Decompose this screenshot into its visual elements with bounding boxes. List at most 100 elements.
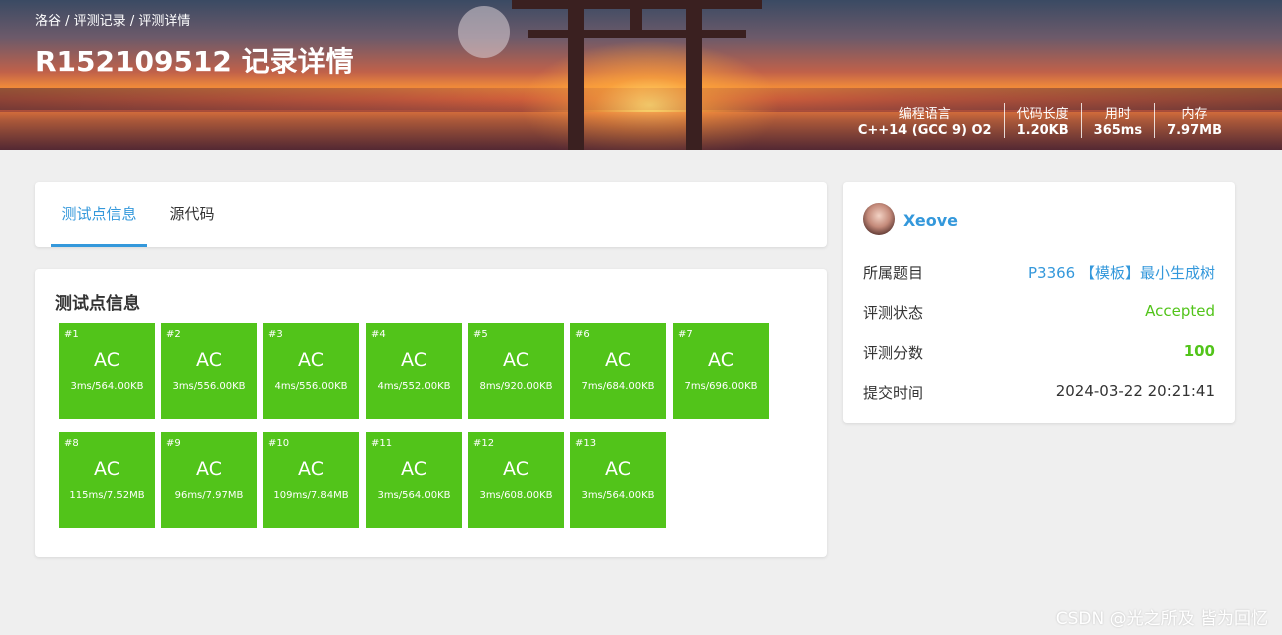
case-number: #4 — [371, 329, 386, 340]
case-number: #9 — [166, 438, 181, 449]
case-resource: 4ms/552.00KB — [377, 381, 451, 392]
stat-label: 代码长度 — [1016, 107, 1069, 122]
test-case-tile[interactable]: #6 AC 7ms/684.00KB — [570, 323, 666, 419]
test-case-tile[interactable]: #8 AC 115ms/7.52MB — [59, 432, 155, 528]
info-label: 所属题目 — [863, 264, 924, 282]
stat-time: 用时 365ms — [1080, 103, 1154, 138]
case-resource: 3ms/564.00KB — [581, 490, 655, 501]
test-case-tile[interactable]: #11 AC 3ms/564.00KB — [366, 432, 462, 528]
case-status: AC — [94, 458, 120, 480]
test-case-tile[interactable]: #5 AC 8ms/920.00KB — [468, 323, 564, 419]
case-resource: 3ms/564.00KB — [70, 381, 144, 392]
info-label: 评测分数 — [863, 344, 924, 362]
tabs-card: 测试点信息 源代码 — [35, 182, 827, 247]
banner-moon — [458, 6, 510, 58]
watermark: CSDN @光之所及 皆为回忆 — [1055, 609, 1268, 629]
torii-pillar-right — [686, 0, 702, 150]
test-cases-title: 测试点信息 — [55, 294, 140, 314]
case-number: #1 — [64, 329, 79, 340]
case-status: AC — [298, 349, 324, 371]
test-case-tile[interactable]: #12 AC 3ms/608.00KB — [468, 432, 564, 528]
case-status: AC — [298, 458, 324, 480]
tab-source-code[interactable]: 源代码 — [157, 182, 227, 247]
torii-center-post — [630, 9, 642, 30]
case-resource: 96ms/7.97MB — [174, 490, 244, 501]
test-case-tile[interactable]: #3 AC 4ms/556.00KB — [263, 323, 359, 419]
header-banner: 洛谷 / 评测记录 / 评测详情 R152109512 记录详情 编程语言 C+… — [0, 0, 1282, 150]
case-resource: 115ms/7.52MB — [69, 490, 145, 501]
case-number: #13 — [575, 438, 597, 449]
info-row-status: 评测状态 Accepted — [863, 302, 1215, 322]
tab-test-cases[interactable]: 测试点信息 — [51, 182, 147, 247]
stat-language: 编程语言 C++14 (GCC 9) O2 — [846, 103, 1004, 138]
info-row-problem: 所属题目 P3366 【模板】最小生成树 — [863, 262, 1215, 282]
test-case-tile[interactable]: #9 AC 96ms/7.97MB — [161, 432, 257, 528]
case-resource: 8ms/920.00KB — [479, 381, 553, 392]
stat-value: C++14 (GCC 9) O2 — [857, 123, 992, 138]
case-status: AC — [605, 458, 631, 480]
info-row-submit-time: 提交时间 2024-03-22 20:21:41 — [863, 382, 1215, 402]
submit-time-value: 2024-03-22 20:21:41 — [1055, 382, 1215, 400]
case-status: AC — [401, 349, 427, 371]
case-status: AC — [503, 349, 529, 371]
breadcrumb-separator: / — [61, 14, 74, 29]
case-status: AC — [605, 349, 631, 371]
case-status: AC — [196, 458, 222, 480]
case-resource: 7ms/684.00KB — [581, 381, 655, 392]
stat-value: 365ms — [1093, 123, 1143, 138]
record-stats: 编程语言 C++14 (GCC 9) O2 代码长度 1.20KB 用时 365… — [846, 103, 1234, 138]
case-number: #10 — [268, 438, 290, 449]
breadcrumb-current: 评测详情 — [138, 14, 191, 29]
torii-gate — [512, 0, 762, 9]
score-value: 100 — [1183, 342, 1215, 360]
breadcrumb-home[interactable]: 洛谷 — [35, 14, 61, 29]
case-status: AC — [196, 349, 222, 371]
case-resource: 109ms/7.84MB — [273, 490, 349, 501]
case-number: #2 — [166, 329, 181, 340]
test-case-tile[interactable]: #13 AC 3ms/564.00KB — [570, 432, 666, 528]
test-cases-card: 测试点信息 #1 AC 3ms/564.00KB #2 AC 3ms/556.0… — [35, 269, 827, 557]
case-resource: 3ms/556.00KB — [172, 381, 246, 392]
breadcrumb: 洛谷 / 评测记录 / 评测详情 — [35, 10, 190, 29]
problem-link[interactable]: P3366 【模板】最小生成树 — [1028, 262, 1215, 283]
stat-value: 1.20KB — [1016, 123, 1069, 138]
case-status: AC — [503, 458, 529, 480]
test-case-tile[interactable]: #2 AC 3ms/556.00KB — [161, 323, 257, 419]
test-case-tile[interactable]: #10 AC 109ms/7.84MB — [263, 432, 359, 528]
info-label: 评测状态 — [863, 304, 924, 322]
stat-label: 内存 — [1181, 107, 1208, 122]
case-status: AC — [401, 458, 427, 480]
breadcrumb-separator: / — [125, 14, 139, 29]
record-info-card: Xeove 所属题目 P3366 【模板】最小生成树 评测状态 Accepted… — [843, 182, 1235, 423]
case-resource: 7ms/696.00KB — [684, 381, 758, 392]
page-title: R152109512 记录详情 — [35, 45, 354, 78]
info-row-score: 评测分数 100 — [863, 342, 1215, 362]
breadcrumb-records[interactable]: 评测记录 — [74, 14, 126, 29]
case-number: #5 — [473, 329, 488, 340]
case-number: #12 — [473, 438, 495, 449]
case-resource: 3ms/608.00KB — [479, 490, 553, 501]
user-avatar[interactable] — [863, 203, 895, 235]
test-case-tile[interactable]: #7 AC 7ms/696.00KB — [673, 323, 769, 419]
case-resource: 4ms/556.00KB — [274, 381, 348, 392]
stat-label: 用时 — [1104, 107, 1131, 122]
case-number: #11 — [371, 438, 393, 449]
stat-label: 编程语言 — [898, 107, 951, 122]
test-case-tile[interactable]: #4 AC 4ms/552.00KB — [366, 323, 462, 419]
case-resource: 3ms/564.00KB — [377, 490, 451, 501]
case-status: AC — [94, 349, 120, 371]
case-number: #7 — [678, 329, 693, 340]
username-link[interactable]: Xeove — [903, 211, 958, 230]
torii-pillar-left — [568, 0, 584, 150]
case-number: #6 — [575, 329, 590, 340]
stat-memory: 内存 7.97MB — [1154, 103, 1234, 138]
stat-value: 7.97MB — [1167, 123, 1222, 138]
stat-code-length: 代码长度 1.20KB — [1003, 103, 1081, 138]
case-number: #3 — [268, 329, 283, 340]
case-status: AC — [708, 349, 734, 371]
info-label: 提交时间 — [863, 384, 924, 402]
test-case-tile[interactable]: #1 AC 3ms/564.00KB — [59, 323, 155, 419]
case-number: #8 — [64, 438, 79, 449]
torii-crossbar — [528, 30, 746, 38]
status-value: Accepted — [1145, 302, 1215, 320]
